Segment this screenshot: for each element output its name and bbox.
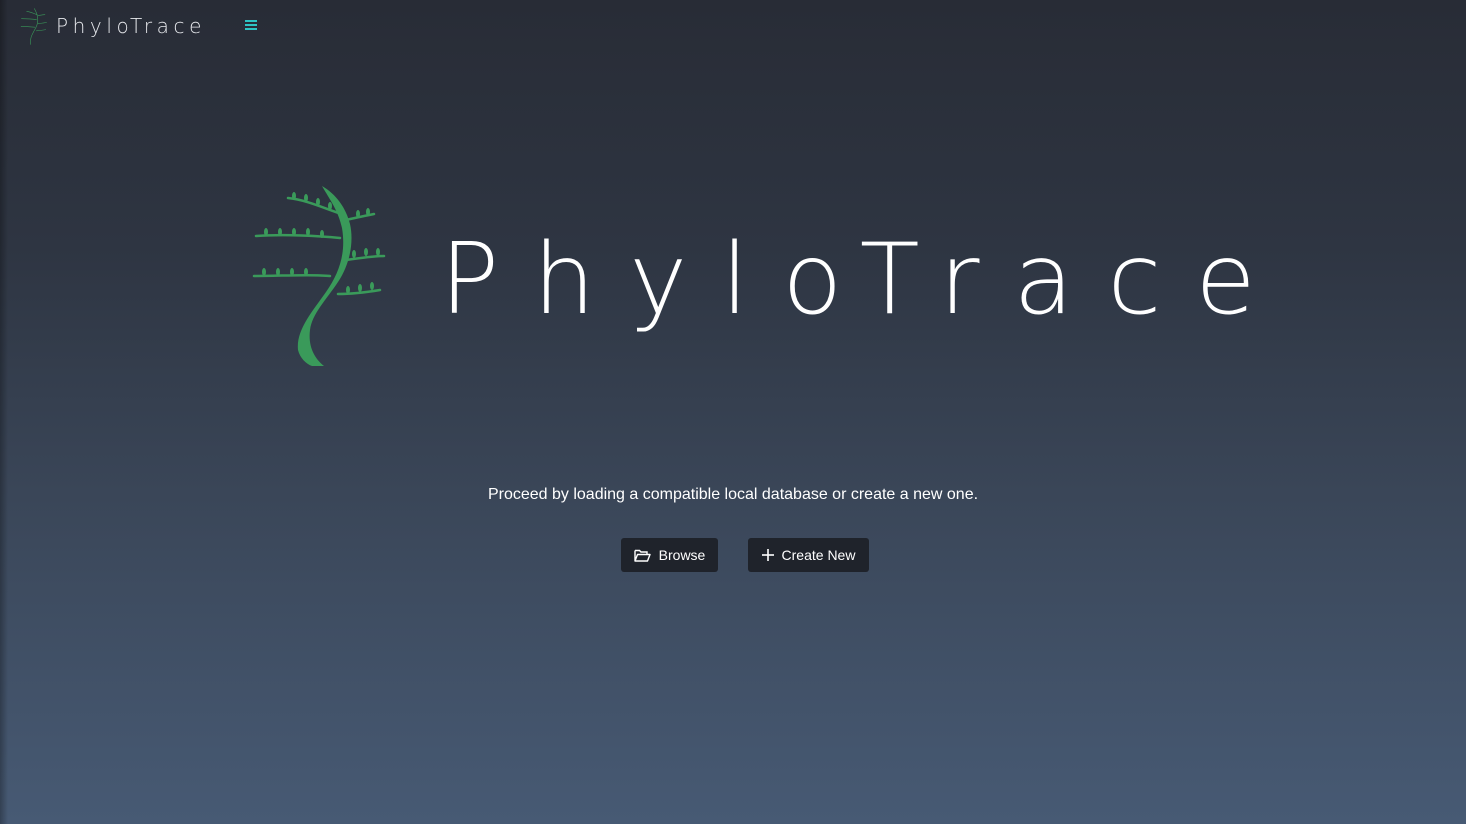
sidebar-edge-shadow: [0, 0, 8, 824]
create-new-button-label: Create New: [781, 547, 856, 563]
hero-title: PhyloTrace: [440, 223, 1290, 337]
instruction-message: Proceed by loading a compatible local da…: [487, 486, 979, 503]
plus-icon: [761, 549, 774, 561]
browse-button-label: Browse: [658, 547, 706, 563]
create-new-button[interactable]: Create New: [748, 538, 869, 572]
hamburger-menu-icon[interactable]: [243, 17, 259, 33]
top-navbar: PhyloTrace: [0, 0, 1466, 56]
brand-name: PhyloTrace: [56, 14, 207, 38]
brand-logo[interactable]: PhyloTrace: [18, 6, 206, 46]
browse-button[interactable]: Browse: [621, 538, 718, 572]
tree-logo-icon: [20, 8, 47, 45]
folder-open-icon: [633, 549, 651, 562]
hero-banner: PhyloTrace: [250, 180, 1256, 370]
tree-logo-icon: [252, 186, 386, 366]
